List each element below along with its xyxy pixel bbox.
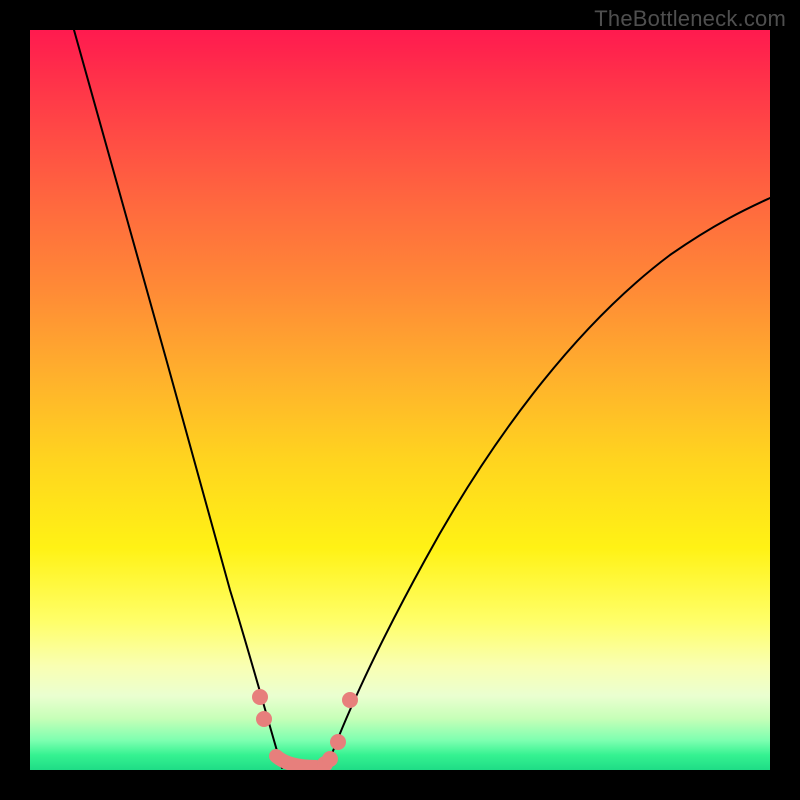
plot-area xyxy=(30,30,770,770)
trough-dot xyxy=(252,689,268,705)
trough-dot-stroke xyxy=(276,756,316,767)
trough-dot xyxy=(342,692,358,708)
trough-dot xyxy=(256,711,272,727)
trough-dot xyxy=(330,734,346,750)
watermark-text: TheBottleneck.com xyxy=(594,6,786,32)
chart-frame: TheBottleneck.com xyxy=(0,0,800,800)
left-curve xyxy=(74,30,282,768)
right-curve xyxy=(326,198,770,770)
trough-dot xyxy=(322,751,338,767)
curves-layer xyxy=(30,30,770,770)
